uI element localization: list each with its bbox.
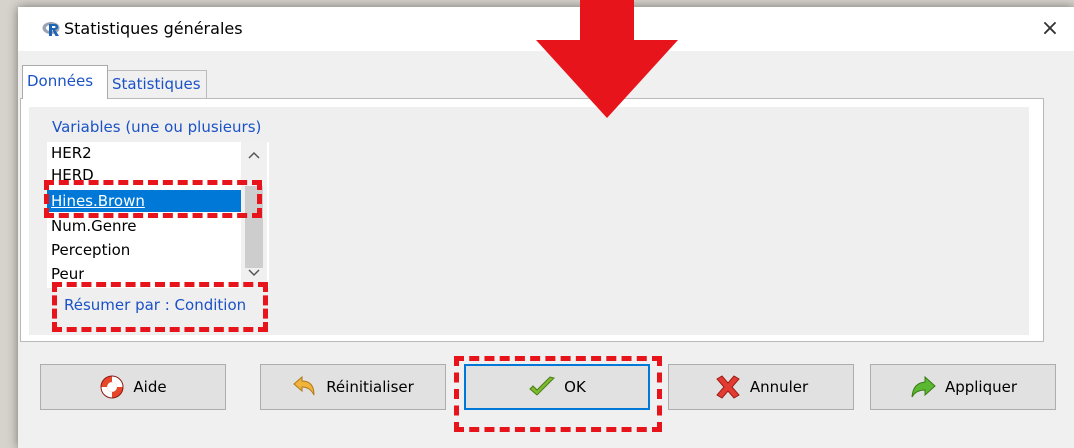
undo-arrow-icon	[293, 375, 315, 396]
help-button-label: Aide	[133, 378, 167, 396]
forward-arrow-icon	[911, 375, 936, 398]
chevron-down-icon[interactable]	[245, 264, 263, 282]
reset-button-label: Réinitialiser	[326, 378, 414, 396]
tab-statistiques[interactable]: Statistiques	[107, 70, 207, 98]
down-arrow-annotation	[536, 0, 678, 118]
variables-listbox[interactable]: HER2 HERD Hines.Brown Num.Genre Percepti…	[47, 142, 269, 288]
variables-label: Variables (une ou plusieurs)	[52, 118, 262, 136]
ok-button-label: OK	[564, 378, 586, 396]
lifebuoy-icon	[100, 375, 124, 399]
list-item[interactable]: HERD	[51, 164, 94, 186]
checkmark-icon	[529, 376, 556, 396]
list-item[interactable]: Peur	[51, 263, 84, 283]
r-logo-icon	[42, 22, 60, 36]
cancel-button-label: Annuler	[749, 378, 809, 396]
cancel-button[interactable]: Annuler	[668, 364, 854, 410]
list-item[interactable]: HER2	[51, 142, 92, 164]
ok-button[interactable]: OK	[464, 364, 650, 410]
scrollbar-thumb[interactable]	[245, 186, 263, 268]
cross-icon	[716, 375, 740, 399]
reset-button[interactable]: Réinitialiser	[260, 364, 446, 410]
help-button[interactable]: Aide	[40, 364, 226, 410]
list-item[interactable]: Num.Genre	[51, 215, 137, 237]
apply-button[interactable]: Appliquer	[870, 364, 1056, 410]
window-title: Statistiques générales	[64, 19, 243, 38]
list-item-selected[interactable]: Hines.Brown	[47, 190, 243, 212]
close-icon[interactable]: ×	[1034, 13, 1066, 45]
chevron-up-icon[interactable]	[245, 146, 263, 164]
list-item[interactable]: Perception	[51, 239, 130, 261]
apply-button-label: Appliquer	[944, 378, 1018, 396]
tab-donnees[interactable]: Données	[22, 65, 108, 99]
summarize-by-label[interactable]: Résumer par : Condition	[64, 296, 246, 314]
